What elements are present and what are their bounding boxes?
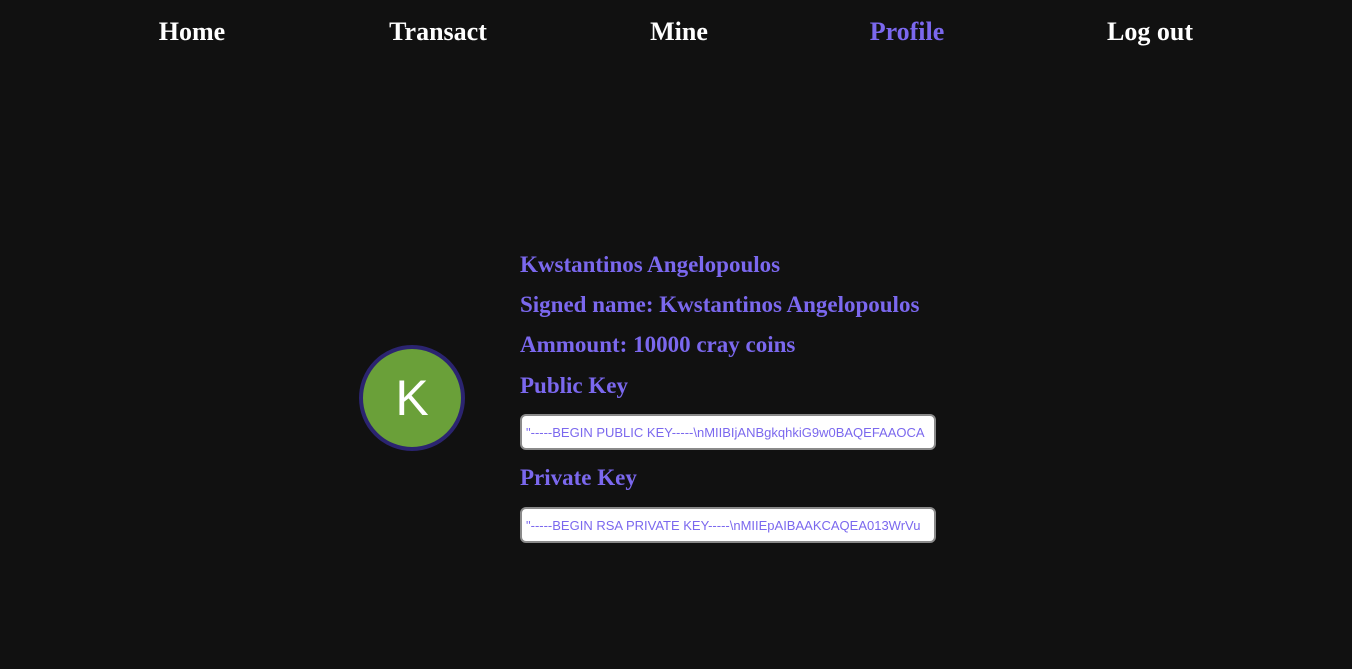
nav-logout-link[interactable]: Log out [1107, 16, 1193, 48]
nav-home-link[interactable]: Home [159, 16, 225, 48]
private-key-field[interactable] [520, 507, 936, 543]
private-key-label: Private Key [520, 465, 637, 490]
avatar-letter: K [395, 370, 429, 426]
profile-signed-name: Signed name: Kwstantinos Angelopoulos [520, 292, 920, 317]
profile-amount: Ammount: 10000 cray coins [520, 332, 796, 357]
nav-transact-link[interactable]: Transact [389, 16, 487, 48]
avatar: K [359, 345, 465, 451]
nav-profile-link[interactable]: Profile [870, 16, 945, 48]
profile-full-name: Kwstantinos Angelopoulos [520, 252, 781, 277]
public-key-field[interactable] [520, 414, 936, 450]
nav-mine-link[interactable]: Mine [650, 16, 708, 48]
top-navigation: Home Transact Mine Profile Log out [0, 0, 1352, 66]
public-key-label: Public Key [520, 373, 628, 398]
